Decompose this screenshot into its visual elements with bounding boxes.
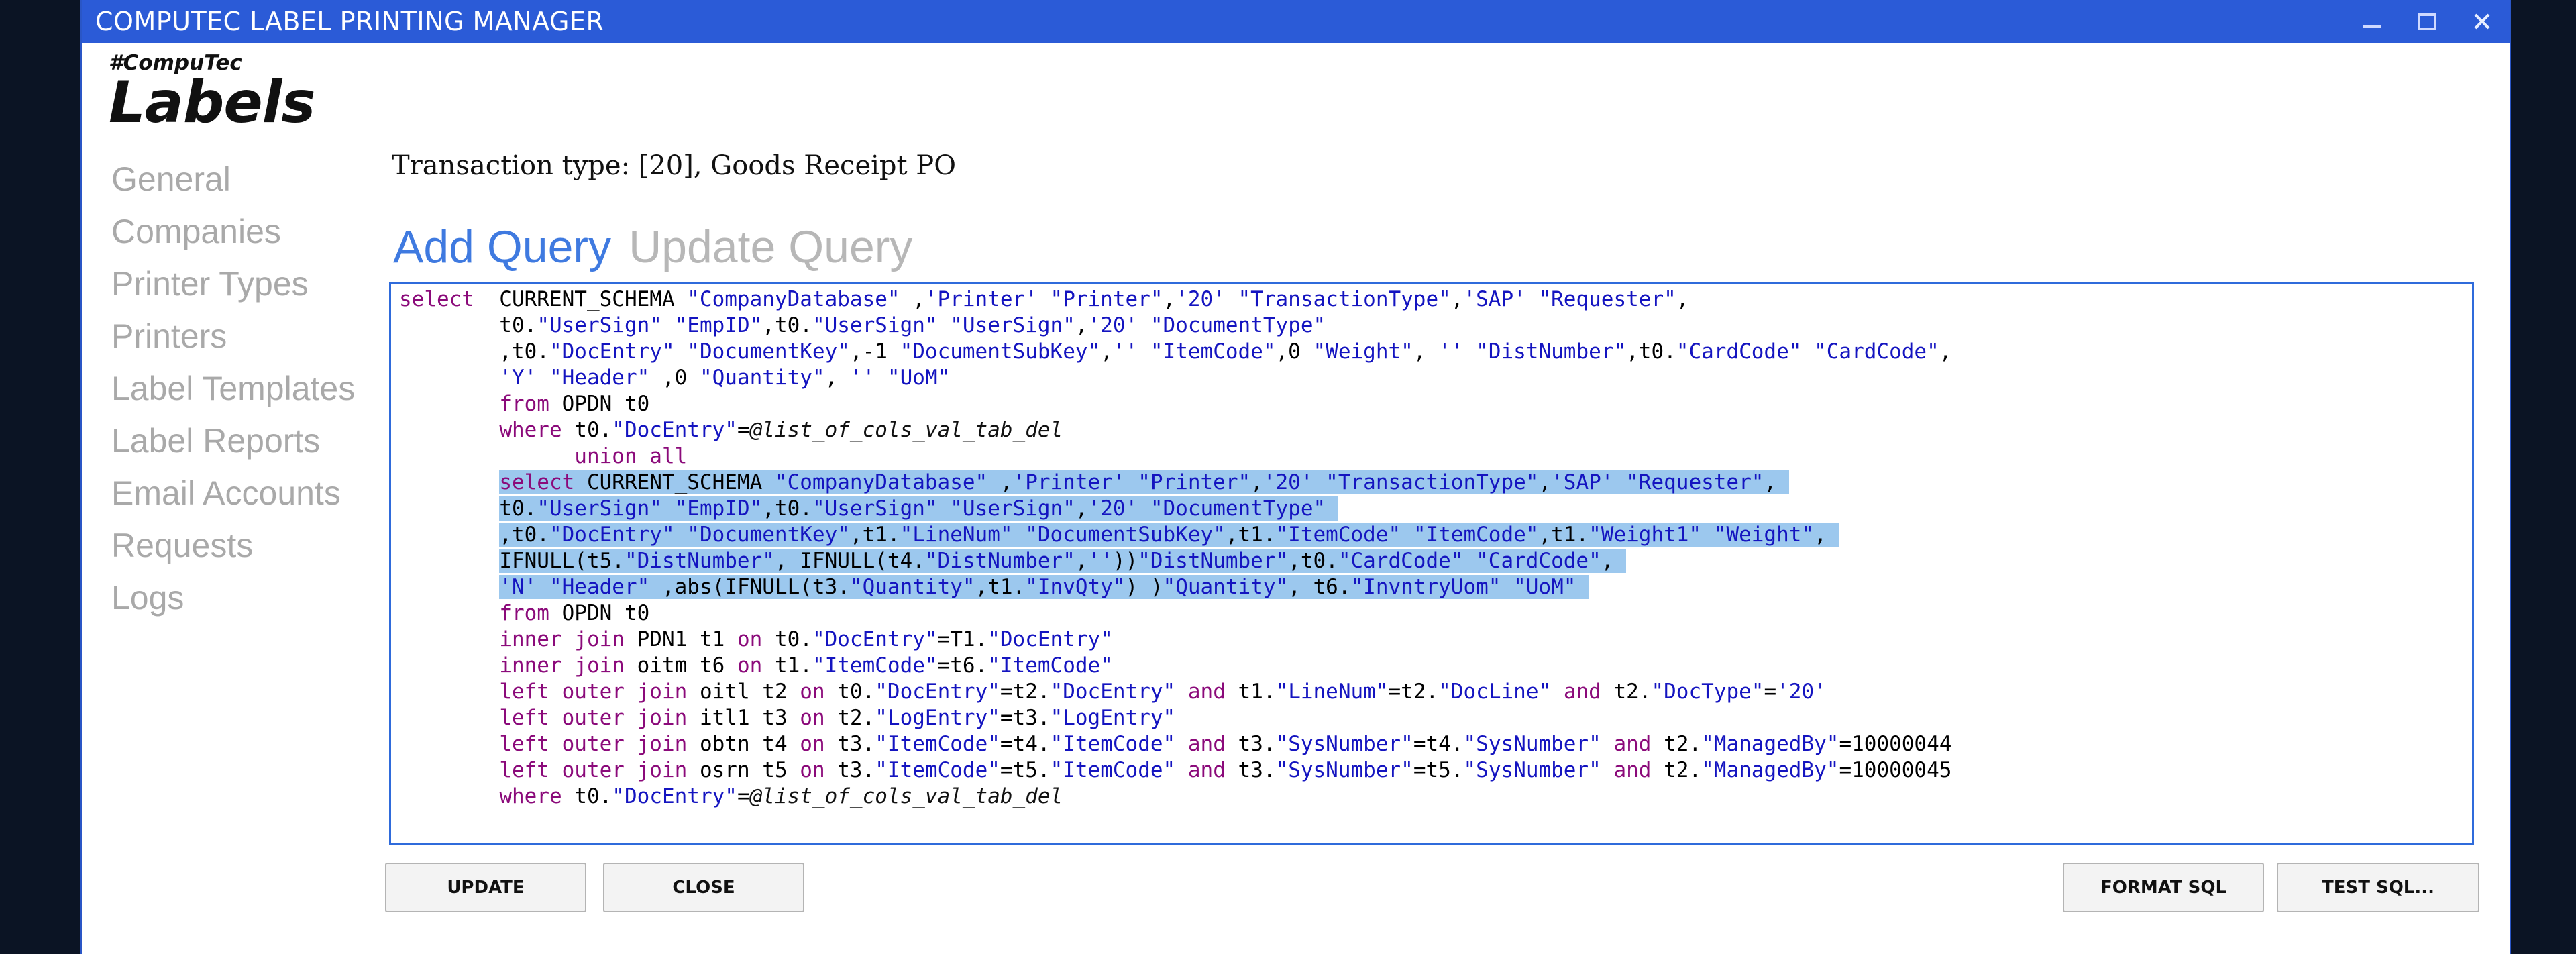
app-window: COMPUTEC LABEL PRINTING MANAGER #CompuTe… [80,0,2511,954]
test-sql-button[interactable]: TEST SQL... [2277,863,2479,912]
sidebar-item-printer-types[interactable]: Printer Types [111,258,355,310]
logo-brand-big: Labels [109,69,315,136]
sql-line: from OPDN t0 [499,601,650,625]
close-button[interactable]: CLOSE [603,863,804,912]
transaction-type-header: Transaction type: [20], Goods Receipt PO [392,150,957,181]
sql-line: where t0."DocEntry"=@list_of_cols_val_ta… [499,418,1063,442]
sql-line: select CURRENT_SCHEMA "CompanyDatabase" … [399,287,1689,311]
sql-line: union all [574,444,688,468]
sql-line: left outer join oitl t2 on t0."DocEntry"… [499,680,1827,704]
maximize-icon [2418,13,2436,30]
sql-line: select CURRENT_SCHEMA "CompanyDatabase" … [499,470,1789,494]
window-controls [2345,0,2510,43]
sidebar-item-email-accounts[interactable]: Email Accounts [111,467,355,519]
sidebar-item-label-templates[interactable]: Label Templates [111,362,355,415]
sql-line: left outer join obtn t4 on t3."ItemCode"… [499,732,1952,756]
sql-line: ,t0."DocEntry" "DocumentKey",t1."LineNum… [499,523,1839,547]
sql-editor[interactable]: select CURRENT_SCHEMA "CompanyDatabase" … [389,282,2474,845]
close-icon [2474,13,2490,30]
sql-line: t0."UserSign" "EmpID",t0."UserSign" "Use… [399,496,1338,522]
sql-line: IFNULL(t5."DistNumber", IFNULL(t4."DistN… [499,549,1627,573]
update-button[interactable]: UPDATE [385,863,586,912]
sql-line: 'N' "Header" ,abs(IFNULL(t3."Quantity",t… [399,574,1589,600]
sidebar-item-logs[interactable]: Logs [111,572,355,624]
tab-update-query[interactable]: Update Query [629,215,912,279]
sql-line: left outer join osrn t5 on t3."ItemCode"… [499,758,1952,782]
sql-line: from OPDN t0 [499,392,650,416]
tab-add-query[interactable]: Add Query [393,215,611,279]
minimize-icon [2363,25,2381,28]
sql-line: inner join PDN1 t1 on t0."DocEntry"=T1."… [499,627,1113,651]
sidebar-item-general[interactable]: General [111,153,355,205]
minimize-button[interactable] [2345,0,2400,43]
format-sql-button[interactable]: FORMAT SQL [2063,863,2264,912]
close-window-button[interactable] [2455,0,2510,43]
window-title: COMPUTEC LABEL PRINTING MANAGER [95,7,604,36]
sidebar-item-companies[interactable]: Companies [111,205,355,258]
sidebar-item-printers[interactable]: Printers [111,310,355,362]
sidebar-nav: General Companies Printer Types Printers Lab… [111,153,355,624]
sidebar-item-requests[interactable]: Requests [111,519,355,572]
query-tabs: Add Query Update Query [393,215,912,279]
sql-line: inner join oitm t6 on t1."ItemCode"=t6."… [499,653,1113,678]
sidebar-item-label-reports[interactable]: Label Reports [111,415,355,467]
sql-line: left outer join itl1 t3 on t2."LogEntry"… [499,706,1176,730]
sql-line: ,t0."DocEntry" "DocumentKey",-1 "Documen… [399,339,1952,364]
computec-labels-logo: #CompuTec Labels [109,52,315,131]
sql-line: 'Y' "Header" ,0 "Quantity", '' "UoM" [499,366,951,390]
title-bar[interactable]: COMPUTEC LABEL PRINTING MANAGER [82,0,2510,43]
sql-line: where t0."DocEntry"=@list_of_cols_val_ta… [499,784,1063,808]
maximize-button[interactable] [2400,0,2455,43]
sql-line: t0."UserSign" "EmpID",t0."UserSign" "Use… [399,313,1326,337]
